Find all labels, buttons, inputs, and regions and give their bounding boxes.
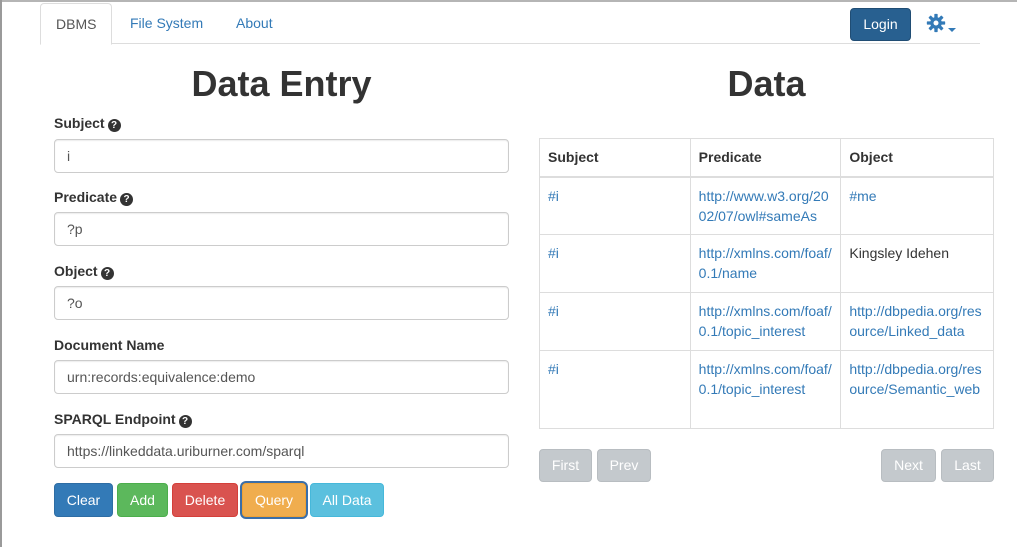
subject-label-text: Subject (54, 115, 105, 131)
predicate-link[interactable]: http://xmlns.com/foaf/0.1/topic_interest (699, 303, 832, 339)
help-icon[interactable]: ? (178, 415, 192, 428)
document-name-label: Document Name (54, 337, 164, 353)
subject-link[interactable]: #i (548, 361, 559, 377)
cell-subject: #i (539, 292, 691, 351)
last-page-button[interactable]: Last (941, 449, 994, 482)
sparql-endpoint-label: SPARQL Endpoint? (54, 411, 192, 428)
chevron-down-icon (948, 28, 956, 32)
column-header-predicate: Predicate (689, 138, 842, 178)
cell-object: #me (840, 176, 994, 235)
top-navbar: DBMS File System About Login (40, 3, 980, 45)
query-button[interactable]: Query (242, 483, 306, 517)
table-row: #i http://xmlns.com/foaf/0.1/name Kingsl… (539, 234, 994, 293)
subject-input[interactable] (54, 139, 509, 173)
help-icon[interactable]: ? (107, 119, 121, 132)
delete-button[interactable]: Delete (172, 483, 238, 517)
first-page-button[interactable]: First (539, 449, 592, 482)
subject-label: Subject? (54, 115, 121, 132)
prev-page-button[interactable]: Prev (597, 449, 651, 482)
help-icon[interactable]: ? (120, 193, 134, 206)
subject-link[interactable]: #i (548, 245, 559, 261)
cell-predicate: http://xmlns.com/foaf/0.1/topic_interest (689, 292, 842, 351)
cell-predicate: http://xmlns.com/foaf/0.1/topic_interest (689, 350, 842, 429)
cell-object: http://dbpedia.org/resource/Linked_data (840, 292, 994, 351)
table-row: #i http://xmlns.com/foaf/0.1/topic_inter… (539, 292, 994, 351)
cell-subject: #i (539, 234, 691, 293)
object-label-text: Object (54, 263, 98, 279)
subject-link[interactable]: #i (548, 303, 559, 319)
next-page-button[interactable]: Next (881, 449, 936, 482)
cell-predicate: http://xmlns.com/foaf/0.1/name (689, 234, 842, 293)
login-button[interactable]: Login (850, 8, 911, 41)
data-table: Subject Predicate Object #i http://www.w… (539, 138, 994, 429)
predicate-link[interactable]: http://www.w3.org/2002/07/owl#sameAs (699, 188, 829, 224)
all-data-button[interactable]: All Data (310, 483, 384, 517)
settings-dropdown[interactable] (926, 13, 962, 37)
subject-link[interactable]: #i (548, 188, 559, 204)
data-title: Data (727, 63, 806, 104)
data-entry-title: Data Entry (191, 63, 372, 104)
cell-subject: #i (539, 350, 691, 429)
clear-button[interactable]: Clear (54, 483, 113, 517)
tab-file-system[interactable]: File System (115, 3, 218, 44)
table-row: #i http://xmlns.com/foaf/0.1/topic_inter… (539, 350, 994, 429)
cell-object: Kingsley Idehen (840, 234, 994, 293)
predicate-link[interactable]: http://xmlns.com/foaf/0.1/name (699, 245, 832, 281)
predicate-label: Predicate? (54, 189, 134, 206)
predicate-link[interactable]: http://xmlns.com/foaf/0.1/topic_interest (699, 361, 832, 397)
column-header-object: Object (840, 138, 994, 178)
table-row: #i http://www.w3.org/2002/07/owl#sameAs … (539, 176, 994, 235)
add-button[interactable]: Add (117, 483, 168, 517)
predicate-label-text: Predicate (54, 189, 118, 205)
window-top-edge (0, 0, 1017, 2)
document-name-input[interactable] (54, 360, 509, 394)
cell-predicate: http://www.w3.org/2002/07/owl#sameAs (689, 176, 842, 235)
predicate-input[interactable] (54, 212, 509, 246)
table-header-row: Subject Predicate Object (539, 138, 994, 178)
sparql-endpoint-input[interactable] (54, 434, 509, 468)
column-header-subject: Subject (539, 138, 691, 178)
tab-about[interactable]: About (221, 3, 288, 44)
gear-icon (926, 13, 946, 33)
object-link[interactable]: http://dbpedia.org/resource/Semantic_web (849, 361, 981, 397)
object-link[interactable]: http://dbpedia.org/resource/Linked_data (849, 303, 981, 339)
object-label: Object? (54, 263, 114, 280)
help-icon[interactable]: ? (100, 267, 114, 280)
object-input[interactable] (54, 286, 509, 320)
tab-dbms[interactable]: DBMS (40, 3, 113, 45)
window-left-edge (0, 0, 2, 547)
object-link[interactable]: #me (849, 188, 876, 204)
sparql-endpoint-label-text: SPARQL Endpoint (54, 411, 176, 427)
document-name-label-text: Document Name (54, 337, 165, 353)
cell-object: http://dbpedia.org/resource/Semantic_web (840, 350, 994, 429)
cell-subject: #i (539, 176, 691, 235)
